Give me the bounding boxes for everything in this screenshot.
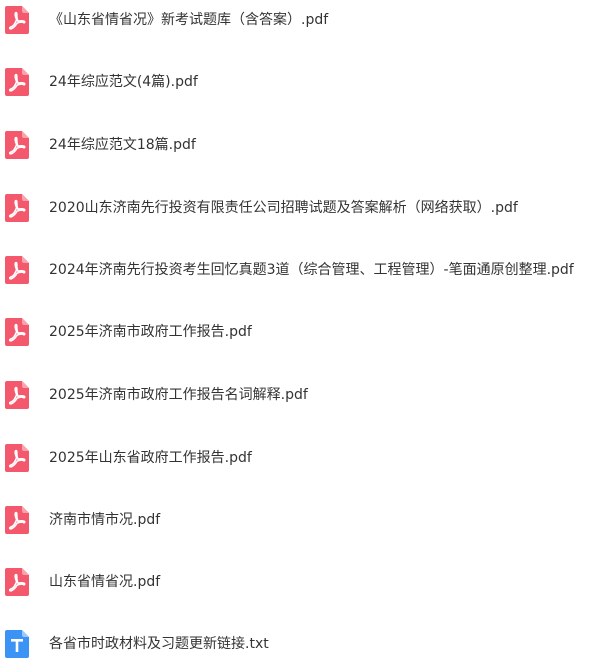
pdf-icon xyxy=(5,318,29,346)
file-row[interactable]: 《山东省情省况》新考试题库（含答案）.pdf xyxy=(0,0,612,40)
pdf-icon xyxy=(5,381,29,409)
file-name: 各省市时政材料及习题更新链接.txt xyxy=(49,636,269,652)
file-row[interactable]: 各省市时政材料及习题更新链接.txt xyxy=(0,624,612,664)
file-name: 济南市情市况.pdf xyxy=(49,512,161,528)
pdf-icon xyxy=(5,194,29,222)
file-name: 2024年济南先行投资考生回忆真题3道（综合管理、工程管理）-笔面通原创整理.p… xyxy=(49,262,574,278)
file-name: 2025年济南市政府工作报告.pdf xyxy=(49,324,252,340)
file-name: 24年综应范文18篇.pdf xyxy=(49,137,196,153)
file-row[interactable]: 2025年山东省政府工作报告.pdf xyxy=(0,438,612,478)
file-name: 《山东省情省况》新考试题库（含答案）.pdf xyxy=(49,12,329,28)
file-row[interactable]: 24年综应范文18篇.pdf xyxy=(0,125,612,165)
pdf-icon xyxy=(5,68,29,96)
txt-icon xyxy=(5,630,29,658)
pdf-icon xyxy=(5,6,29,34)
pdf-icon xyxy=(5,444,29,472)
file-row[interactable]: 2025年济南市政府工作报告.pdf xyxy=(0,312,612,352)
file-row[interactable]: 济南市情市况.pdf xyxy=(0,500,612,540)
file-name: 2020山东济南先行投资有限责任公司招聘试题及答案解析（网络获取）.pdf xyxy=(49,200,518,216)
file-row[interactable]: 2024年济南先行投资考生回忆真题3道（综合管理、工程管理）-笔面通原创整理.p… xyxy=(0,250,612,290)
pdf-icon xyxy=(5,131,29,159)
file-row[interactable]: 24年综应范文(4篇).pdf xyxy=(0,62,612,102)
file-row[interactable]: 山东省情省况.pdf xyxy=(0,562,612,602)
pdf-icon xyxy=(5,506,29,534)
file-name: 2025年山东省政府工作报告.pdf xyxy=(49,450,252,466)
file-name: 24年综应范文(4篇).pdf xyxy=(49,74,198,90)
file-name: 2025年济南市政府工作报告名词解释.pdf xyxy=(49,387,308,403)
pdf-icon xyxy=(5,568,29,596)
file-row[interactable]: 2020山东济南先行投资有限责任公司招聘试题及答案解析（网络获取）.pdf xyxy=(0,188,612,228)
file-row[interactable]: 2025年济南市政府工作报告名词解释.pdf xyxy=(0,375,612,415)
file-list: 《山东省情省况》新考试题库（含答案）.pdf 24年综应范文(4篇).pdf 2… xyxy=(0,0,612,664)
pdf-icon xyxy=(5,256,29,284)
file-name: 山东省情省况.pdf xyxy=(49,574,161,590)
